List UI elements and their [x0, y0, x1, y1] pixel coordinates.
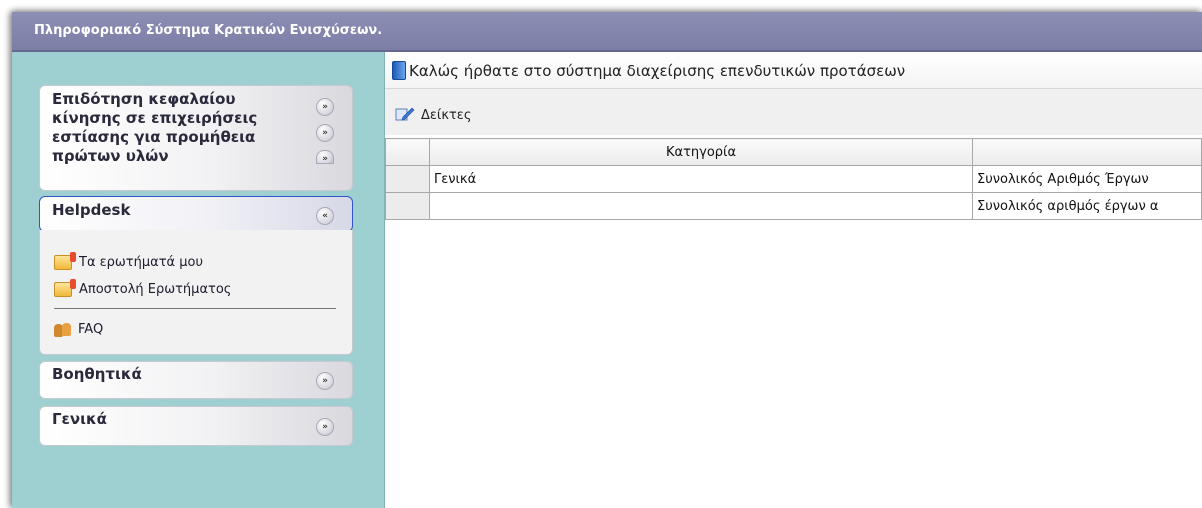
welcome-title: Καλώς ήρθατε στο σύστημα διαχείρισης επε… [409, 62, 906, 80]
panel-helpdesk-title: Helpdesk [52, 201, 131, 219]
link-faq-label: FAQ [78, 322, 104, 337]
link-my-questions-label: Τα ερωτήματά μου [79, 255, 203, 270]
link-send-question-label: Αποστολή Ερωτήματος [79, 282, 232, 297]
expand-chevron-icon[interactable]: » [316, 418, 334, 436]
table-header-category[interactable]: Κατηγορία [429, 138, 973, 166]
panel-genika[interactable]: Γενικά » [39, 406, 353, 446]
table-row[interactable]: Γενικά Συνολικός Αριθμός Έργων [385, 165, 1202, 193]
folder-alert-icon [54, 279, 76, 297]
app-title: Πληροφοριακό Σύστημα Κρατικών Ενισχύσεων… [34, 23, 383, 38]
table-cell [429, 192, 973, 220]
panel-helpdesk-header[interactable]: Helpdesk « [39, 196, 353, 232]
panel-epidotisi-title-line-3: εστίασης για προμήθεια [52, 128, 256, 146]
expand-chevron-icon[interactable]: » [316, 150, 334, 164]
panel-epidotisi-title-line-1: Επιδότηση κεφαλαίου [52, 90, 236, 108]
expand-chevron-icon[interactable]: » [316, 124, 334, 142]
table-header-indicator[interactable] [972, 138, 1202, 166]
table-cell: Συνολικός αριθμός έργων α [972, 192, 1202, 220]
panel-epidotisi[interactable]: Επιδότηση κεφαλαίου κίνησης σε επιχειρήσ… [39, 85, 353, 191]
indicators-table: Κατηγορία Γενικά Συνολικός Αριθμός Έργων… [385, 138, 1202, 220]
welcome-bar: Καλώς ήρθατε στο σύστημα διαχείρισης επε… [385, 52, 1202, 89]
expand-chevron-icon[interactable]: » [316, 372, 334, 390]
table-header-row: Κατηγορία [385, 138, 1202, 166]
panel-epidotisi-title-line-2: κίνησης σε επιχειρήσεις [52, 109, 258, 127]
link-faq[interactable]: FAQ [54, 322, 103, 337]
collapse-chevron-icon[interactable]: « [316, 207, 334, 225]
folder-alert-icon [54, 252, 76, 270]
row-selector[interactable] [385, 165, 430, 193]
divider [54, 308, 336, 309]
users-icon [54, 322, 72, 337]
table-row[interactable]: Συνολικός αριθμός έργων α [385, 192, 1202, 220]
book-icon [392, 61, 406, 80]
sidebar: Επιδότηση κεφαλαίου κίνησης σε επιχειρήσ… [12, 52, 385, 508]
edit-pencil-icon [395, 107, 415, 121]
application-window: Πληροφοριακό Σύστημα Κρατικών Ενισχύσεων… [12, 12, 1202, 508]
panel-helpdesk-body: Τα ερωτήματά μου Αποστολή Ερωτήματος FAQ [39, 230, 353, 355]
panel-genika-title: Γενικά [52, 410, 107, 428]
table-header-selector [385, 138, 430, 166]
link-send-question[interactable]: Αποστολή Ερωτήματος [54, 279, 232, 297]
panel-epidotisi-title-line-4: πρώτων υλών [52, 147, 169, 164]
panel-voithitika-title: Βοηθητικά [52, 365, 142, 383]
toolbar: Δείκτες [385, 89, 1202, 135]
link-my-questions[interactable]: Τα ερωτήματά μου [54, 252, 203, 270]
indicators-tab[interactable]: Δείκτες [421, 108, 471, 123]
panel-voithitika[interactable]: Βοηθητικά » [39, 361, 353, 399]
table-cell: Συνολικός Αριθμός Έργων [972, 165, 1202, 193]
app-header: Πληροφοριακό Σύστημα Κρατικών Ενισχύσεων… [12, 12, 1202, 52]
expand-chevron-icon[interactable]: » [316, 98, 334, 116]
row-selector[interactable] [385, 192, 430, 220]
table-cell: Γενικά [429, 165, 973, 193]
